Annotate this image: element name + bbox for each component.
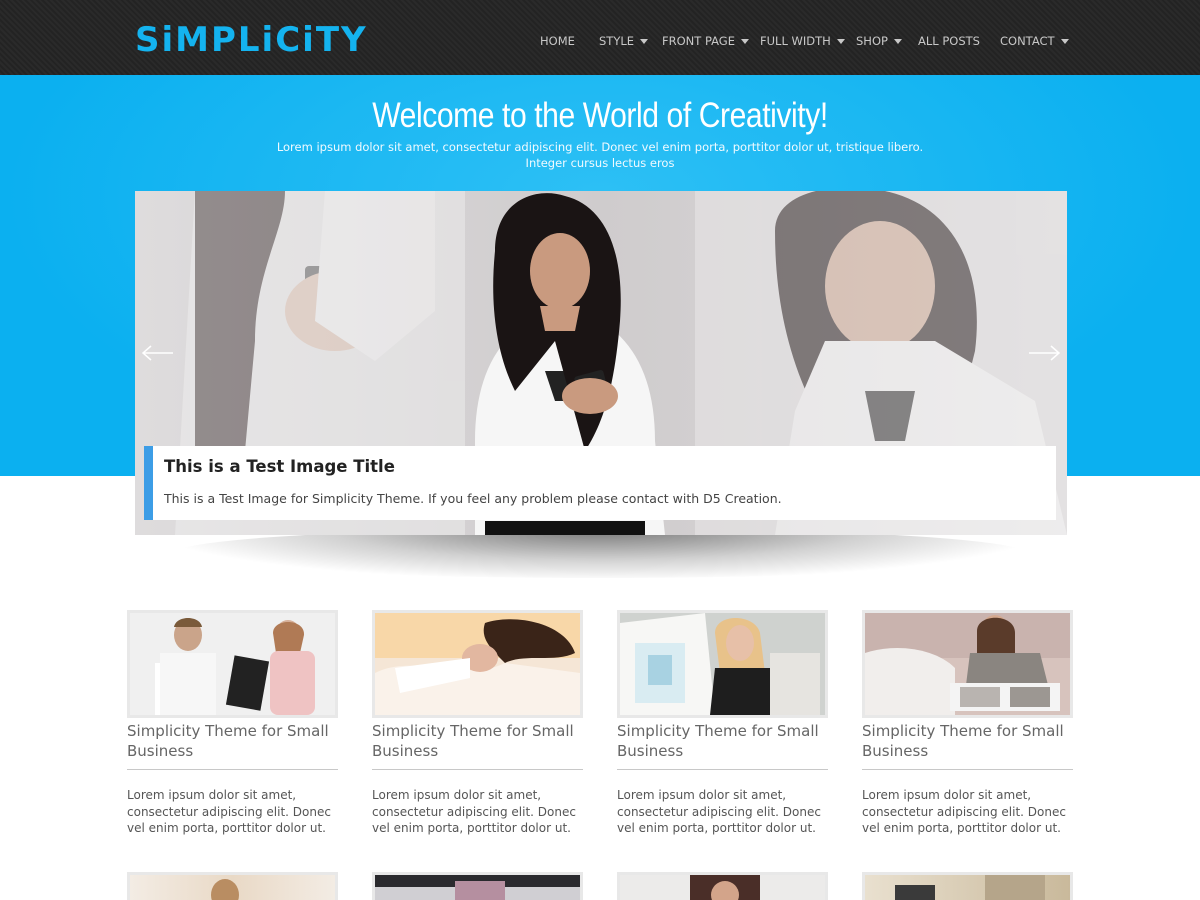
- divider: [862, 769, 1073, 770]
- post-thumbnail[interactable]: [617, 872, 828, 900]
- site-header: SiMPLiCiTY HOME STYLE FRONT PAGE FULL WI…: [0, 0, 1200, 75]
- post-thumbnail[interactable]: [617, 610, 828, 718]
- post-image: [620, 613, 825, 715]
- post-image: [375, 613, 580, 715]
- slider-shadow: [175, 528, 1025, 578]
- arrow-right-icon[interactable]: [1027, 341, 1061, 365]
- post-thumbnail[interactable]: [127, 872, 338, 900]
- post-image: [130, 613, 335, 715]
- post-excerpt: Lorem ipsum dolor sit amet, consectetur …: [127, 788, 331, 835]
- post-image: [690, 875, 760, 900]
- chevron-down-icon: [836, 39, 845, 44]
- post-title[interactable]: Simplicity Theme for Small Business: [862, 722, 1073, 761]
- nav-item-style[interactable]: STYLE: [599, 28, 649, 54]
- nav-label: STYLE: [599, 34, 635, 48]
- chevron-down-icon: [740, 39, 749, 44]
- post-excerpt: Lorem ipsum dolor sit amet, consectetur …: [372, 788, 576, 835]
- nav-label: ALL POSTS: [918, 34, 980, 48]
- post-thumbnail[interactable]: [862, 872, 1073, 900]
- post-image: [211, 879, 239, 900]
- nav-label: FRONT PAGE: [662, 34, 735, 48]
- nav-label: CONTACT: [1000, 34, 1055, 48]
- nav-item-shop[interactable]: SHOP: [856, 28, 902, 54]
- post-image: [865, 613, 1070, 715]
- slide-caption-title: This is a Test Image Title: [164, 457, 395, 476]
- post-title[interactable]: Simplicity Theme for Small Business: [617, 722, 828, 761]
- post-title[interactable]: Simplicity Theme for Small Business: [372, 722, 583, 761]
- slide-caption-text: This is a Test Image for Simplicity Them…: [164, 491, 782, 506]
- post-image: [375, 875, 580, 900]
- divider: [617, 769, 828, 770]
- post-excerpt: Lorem ipsum dolor sit amet, consectetur …: [617, 788, 821, 835]
- main-nav: HOME STYLE FRONT PAGE FULL WIDTH SHOP AL…: [0, 28, 1200, 54]
- nav-item-home[interactable]: HOME: [540, 28, 575, 54]
- divider: [372, 769, 583, 770]
- nav-label: SHOP: [856, 34, 888, 48]
- chevron-down-icon: [640, 39, 649, 44]
- post-thumbnail[interactable]: [862, 610, 1073, 718]
- chevron-down-icon: [893, 39, 902, 44]
- post-title[interactable]: Simplicity Theme for Small Business: [127, 722, 338, 761]
- nav-item-full-width[interactable]: FULL WIDTH: [760, 28, 845, 54]
- hero-title: Welcome to the World of Creativity!: [372, 96, 828, 135]
- nav-label: FULL WIDTH: [760, 34, 831, 48]
- image-slider[interactable]: This is a Test Image Title This is a Tes…: [135, 191, 1067, 535]
- nav-item-all-posts[interactable]: ALL POSTS: [918, 28, 980, 54]
- post-thumbnail[interactable]: [372, 872, 583, 900]
- nav-item-front-page[interactable]: FRONT PAGE: [662, 28, 749, 54]
- post-excerpt: Lorem ipsum dolor sit amet, consectetur …: [862, 788, 1066, 835]
- arrow-left-icon[interactable]: [141, 341, 175, 365]
- nav-item-contact[interactable]: CONTACT: [1000, 28, 1069, 54]
- post-thumbnail[interactable]: [372, 610, 583, 718]
- post-image: [895, 875, 1045, 900]
- chevron-down-icon: [1060, 39, 1069, 44]
- nav-label: HOME: [540, 34, 575, 48]
- slide-caption: This is a Test Image Title This is a Tes…: [144, 446, 1056, 520]
- hero-subtitle: Lorem ipsum dolor sit amet, consectetur …: [276, 140, 924, 170]
- post-thumbnail[interactable]: [127, 610, 338, 718]
- divider: [127, 769, 338, 770]
